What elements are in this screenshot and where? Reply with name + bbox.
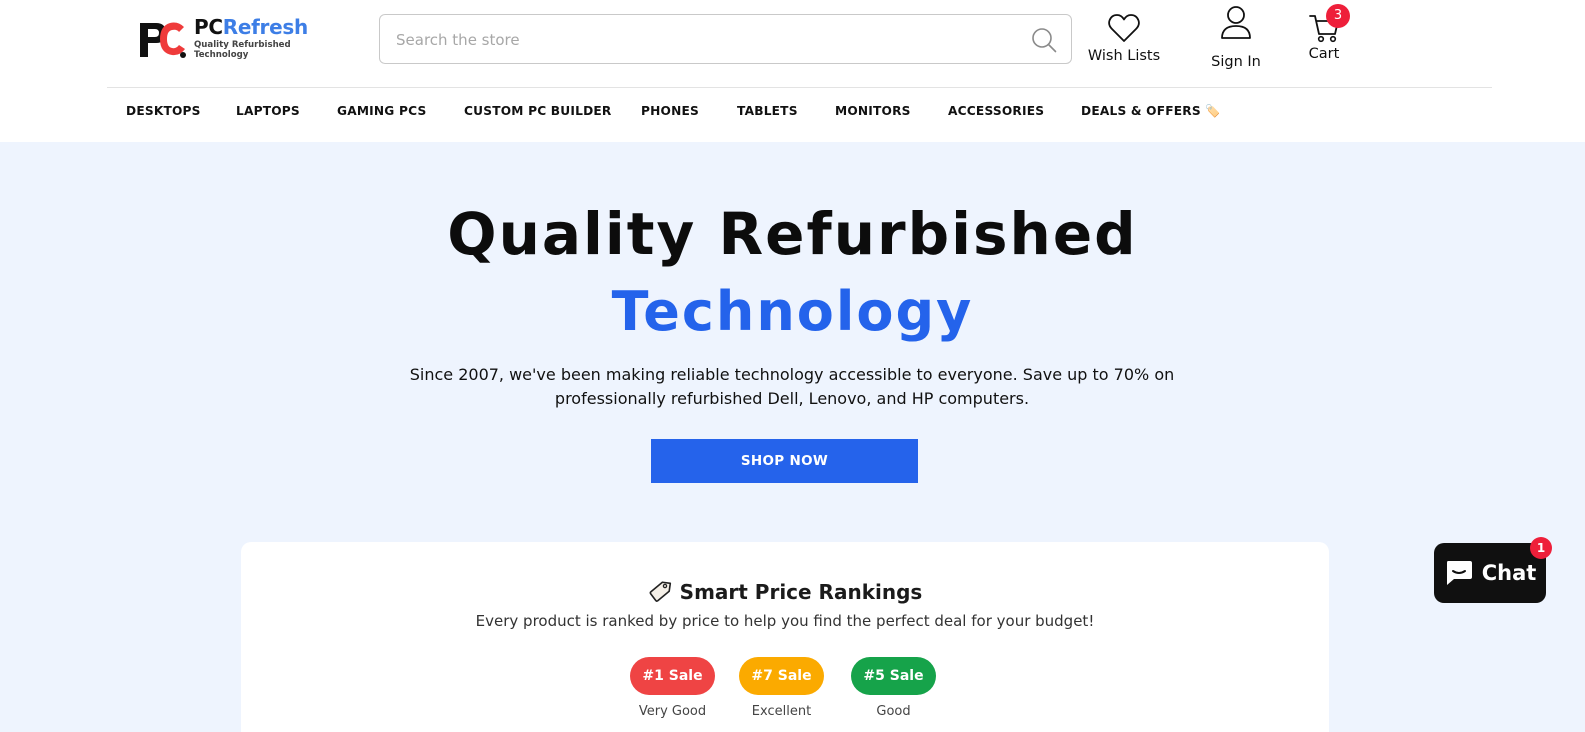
rank-badge-very-good[interactable]: #1 Sale	[630, 657, 715, 695]
rank-item: #7 Sale Excellent	[739, 657, 824, 719]
logo[interactable]: PCRefresh Quality Refurbished Technology	[136, 14, 336, 62]
search-bar	[379, 14, 1072, 64]
price-tag-icon	[649, 581, 671, 602]
wishlist-link[interactable]: Wish Lists	[1084, 12, 1164, 64]
chat-label: Chat	[1481, 561, 1537, 585]
nav-item-desktops[interactable]: DESKTOPS	[126, 100, 236, 122]
rankings-subtitle: Every product is ranked by price to help…	[475, 612, 1095, 630]
chat-bubble-icon	[1446, 561, 1472, 585]
rank-label: Good	[876, 704, 911, 719]
cart-link[interactable]: 3 Cart	[1296, 4, 1352, 62]
logo-wordmark: PCRefresh	[194, 15, 308, 39]
nav-item-phones[interactable]: PHONES	[641, 100, 737, 122]
cart-count-badge: 3	[1326, 4, 1350, 28]
header-divider	[107, 87, 1492, 88]
rank-badge-excellent[interactable]: #7 Sale	[739, 657, 824, 695]
signin-link[interactable]: Sign In	[1198, 4, 1274, 70]
nav-item-laptops[interactable]: LAPTOPS	[236, 100, 337, 122]
nav-item-gaming-pcs[interactable]: GAMING PCS	[337, 100, 464, 122]
nav-item-monitors[interactable]: MONITORS	[835, 100, 948, 122]
site-header: PCRefresh Quality Refurbished Technology…	[0, 0, 1585, 142]
rank-item: #1 Sale Very Good	[630, 657, 715, 719]
nav-item-custom-pc-builder[interactable]: CUSTOM PC BUILDER	[464, 100, 641, 122]
signin-label: Sign In	[1211, 54, 1261, 70]
wishlist-label: Wish Lists	[1087, 48, 1161, 64]
shop-now-button[interactable]: SHOP NOW	[651, 439, 918, 483]
chat-notification-badge: 1	[1530, 537, 1552, 559]
cart-label: Cart	[1308, 46, 1340, 62]
rank-item: #5 Sale Good	[851, 657, 936, 719]
hero-section: Quality Refurbished Technology Since 200…	[0, 142, 1585, 732]
hero-title-line1: Quality Refurbished	[447, 200, 1138, 268]
heart-icon	[1108, 14, 1140, 42]
price-rankings-card: Smart Price Rankings Every product is ra…	[241, 542, 1329, 732]
nav-item-accessories[interactable]: ACCESSORIES	[948, 100, 1081, 122]
logo-mark-icon	[136, 15, 190, 61]
search-input[interactable]	[396, 27, 1016, 53]
rank-badge-good[interactable]: #5 Sale	[851, 657, 936, 695]
chat-button[interactable]: Chat 1	[1434, 537, 1552, 603]
logo-tagline: Quality Refurbished Technology	[194, 40, 291, 60]
search-icon[interactable]	[1031, 27, 1057, 53]
main-nav: DESKTOPS LAPTOPS GAMING PCS CUSTOM PC BU…	[126, 100, 1221, 122]
hero-title-line2: Technology	[611, 280, 974, 343]
hero-subtitle: Since 2007, we've been making reliable t…	[409, 365, 1175, 408]
rank-label: Very Good	[638, 704, 707, 719]
nav-item-tablets[interactable]: TABLETS	[737, 100, 835, 122]
nav-item-deals-offers[interactable]: DEALS & OFFERS 🏷️	[1081, 100, 1221, 122]
rankings-title-text: Smart Price Rankings	[679, 580, 923, 604]
rankings-title: Smart Price Rankings	[241, 580, 1329, 604]
rank-label: Excellent	[751, 704, 812, 719]
user-icon	[1221, 6, 1251, 39]
